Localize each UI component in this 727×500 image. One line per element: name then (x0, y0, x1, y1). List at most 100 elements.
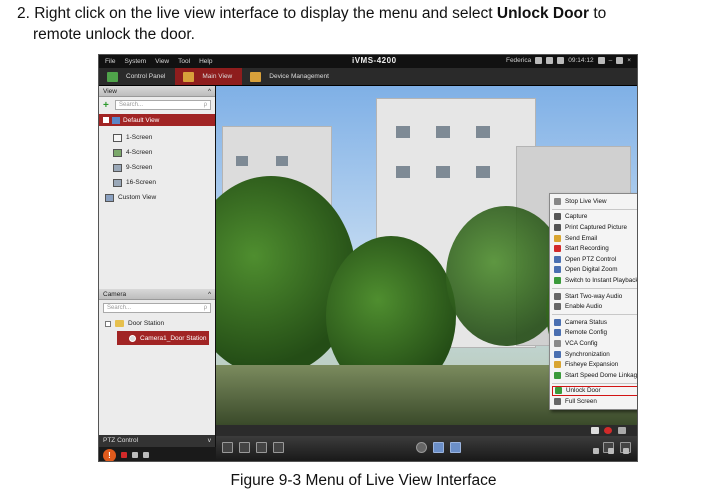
alarm-icon[interactable]: ! (103, 448, 116, 461)
speed-icon[interactable] (416, 442, 427, 453)
tab-device-management[interactable]: Device Management (242, 68, 339, 85)
instruction-line-2: remote unlock the door. (33, 26, 195, 43)
main-view-icon (183, 71, 195, 82)
menu-item-full-screen[interactable]: Full Screen (550, 396, 637, 407)
save-view-icon[interactable] (222, 442, 233, 453)
tree-custom-view[interactable]: Custom View (99, 190, 215, 205)
menu-item-label: Enable Audio (565, 303, 603, 311)
menu-item-send-email[interactable]: Send Email (550, 233, 637, 244)
tree-4-screen[interactable]: 4-Screen (99, 145, 215, 160)
left-panel: View ^ + Search... ρ Default View 1-Scre… (99, 86, 216, 447)
view-section-header[interactable]: View ^ (99, 86, 215, 97)
ptz-control-header[interactable]: PTZ Control v (99, 435, 215, 447)
menu-file[interactable]: File (105, 58, 115, 65)
camera-icon (554, 213, 561, 221)
collapse-icon[interactable]: ^ (208, 291, 211, 298)
camera-section-header[interactable]: Camera ^ (99, 289, 215, 300)
menu-item-enable-audio[interactable]: Enable Audio (550, 301, 637, 312)
app-menubar: File System View Tool Help iVMS-4200 Fed… (99, 55, 637, 68)
menu-item-fisheye-expansion[interactable]: Fisheye Expansion (550, 359, 637, 370)
menu-item-open-digital-zoom[interactable]: Open Digital Zoom (550, 265, 637, 276)
live-view-video[interactable]: Stop Live View Capture Print Captured Pict… (216, 86, 637, 425)
menu-item-print-captured-picture[interactable]: Print Captured Picture (550, 222, 637, 233)
microphone-icon (554, 292, 561, 300)
expand-up-icon[interactable] (623, 448, 629, 454)
add-view-icon[interactable]: + (103, 100, 112, 110)
tab-control-panel[interactable]: Control Panel (99, 68, 175, 85)
menu-item-capture[interactable]: Capture (550, 212, 637, 223)
linkage-icon (554, 371, 561, 379)
menu-item-label: Print Captured Picture (565, 223, 627, 231)
alarm-list-icon[interactable] (132, 452, 138, 458)
lock-icon[interactable] (546, 57, 554, 64)
clock: 09:14:12 (568, 57, 594, 64)
calendar-icon[interactable] (557, 57, 565, 64)
tab-main-view[interactable]: Main View (175, 68, 243, 85)
next-icon[interactable] (450, 442, 461, 453)
menu-item-vca-config[interactable]: VCA Config (550, 338, 637, 349)
collapse-icon[interactable]: ^ (208, 88, 211, 95)
menu-item-switch-to-instant-playback[interactable]: Switch to Instant Playback▸ (550, 275, 637, 286)
fullscreen-icon (554, 397, 561, 405)
menu-item-unlock-door[interactable]: Unlock Door (552, 385, 637, 397)
expand-icon[interactable] (105, 320, 111, 327)
menu-item-label: Remote Config (565, 329, 607, 337)
camera-search-input[interactable]: Search... ρ (103, 303, 211, 313)
alarm-audio-icon[interactable] (143, 452, 149, 458)
search-icon[interactable]: ρ (204, 102, 207, 108)
minimize-icon[interactable]: – (609, 57, 613, 64)
config-icon (554, 329, 561, 337)
tree-default-view[interactable]: Default View (99, 114, 215, 126)
volume-icon[interactable] (273, 442, 284, 453)
gear-icon[interactable] (535, 57, 543, 64)
window-division-icon[interactable] (239, 442, 250, 453)
menu-item-synchronization[interactable]: Synchronization (550, 349, 637, 360)
tree-door-station[interactable]: Door Station (99, 316, 215, 331)
menu-item-remote-config[interactable]: Remote Config (550, 328, 637, 339)
view-search-input[interactable]: Search... ρ (115, 100, 211, 110)
search-icon[interactable]: ρ (204, 305, 207, 311)
screen-layout-icon[interactable] (591, 427, 599, 434)
video-window (276, 156, 288, 166)
module-tabs: Control Panel Main View Device Managemen… (99, 68, 637, 86)
maximize-icon[interactable] (616, 57, 624, 64)
unlock-icon (555, 387, 562, 395)
tree-1-screen[interactable]: 1-Screen (99, 130, 215, 145)
previous-icon[interactable] (433, 442, 444, 453)
instruction-line-1: 2. Right click on the live view interfac… (17, 3, 722, 24)
camera-icon (129, 334, 136, 342)
ptz-icon (554, 255, 561, 263)
menu-item-open-ptz-control[interactable]: Open PTZ Control (550, 254, 637, 265)
menu-system[interactable]: System (124, 58, 146, 65)
menu-item-start-speed-dome-linkage[interactable]: Start Speed Dome Linkage (550, 370, 637, 381)
app-title: iVMS-4200 (352, 56, 397, 65)
menu-help[interactable]: Help (199, 58, 212, 65)
pin-icon[interactable] (593, 448, 599, 454)
menu-view[interactable]: View (155, 58, 169, 65)
pin-icon[interactable] (597, 57, 605, 64)
tree-16-screen[interactable]: 16-Screen (99, 175, 215, 190)
window-icon[interactable] (608, 448, 614, 454)
stop-all-icon[interactable] (256, 442, 267, 453)
screen-label: 1-Screen (126, 134, 153, 141)
menu-tool[interactable]: Tool (178, 58, 190, 65)
expand-icon[interactable]: v (208, 437, 211, 445)
sync-icon (554, 350, 561, 358)
playback-icon (554, 276, 561, 284)
camera-search-placeholder: Search... (107, 305, 132, 311)
menu-item-start-two-way-audio[interactable]: Start Two-way Audio (550, 291, 637, 302)
tree-camera1-door-station[interactable]: Camera1_Door Station (117, 331, 209, 345)
menu-item-label: Open Digital Zoom (565, 266, 618, 274)
print-icon (554, 223, 561, 231)
menu-item-stop-live-view[interactable]: Stop Live View (550, 196, 637, 207)
window-status-icon[interactable] (618, 427, 626, 434)
menu-item-label: Open PTZ Control (565, 255, 617, 263)
alarm-event-icon[interactable] (121, 452, 127, 458)
collapse-tree-icon[interactable] (103, 117, 109, 123)
record-status-icon[interactable] (604, 427, 612, 434)
menu-item-camera-status[interactable]: Camera Status (550, 317, 637, 328)
menu-item-start-recording[interactable]: Start Recording (550, 243, 637, 254)
menu-separator (552, 313, 637, 315)
close-icon[interactable]: × (627, 57, 631, 64)
tree-9-screen[interactable]: 9-Screen (99, 160, 215, 175)
